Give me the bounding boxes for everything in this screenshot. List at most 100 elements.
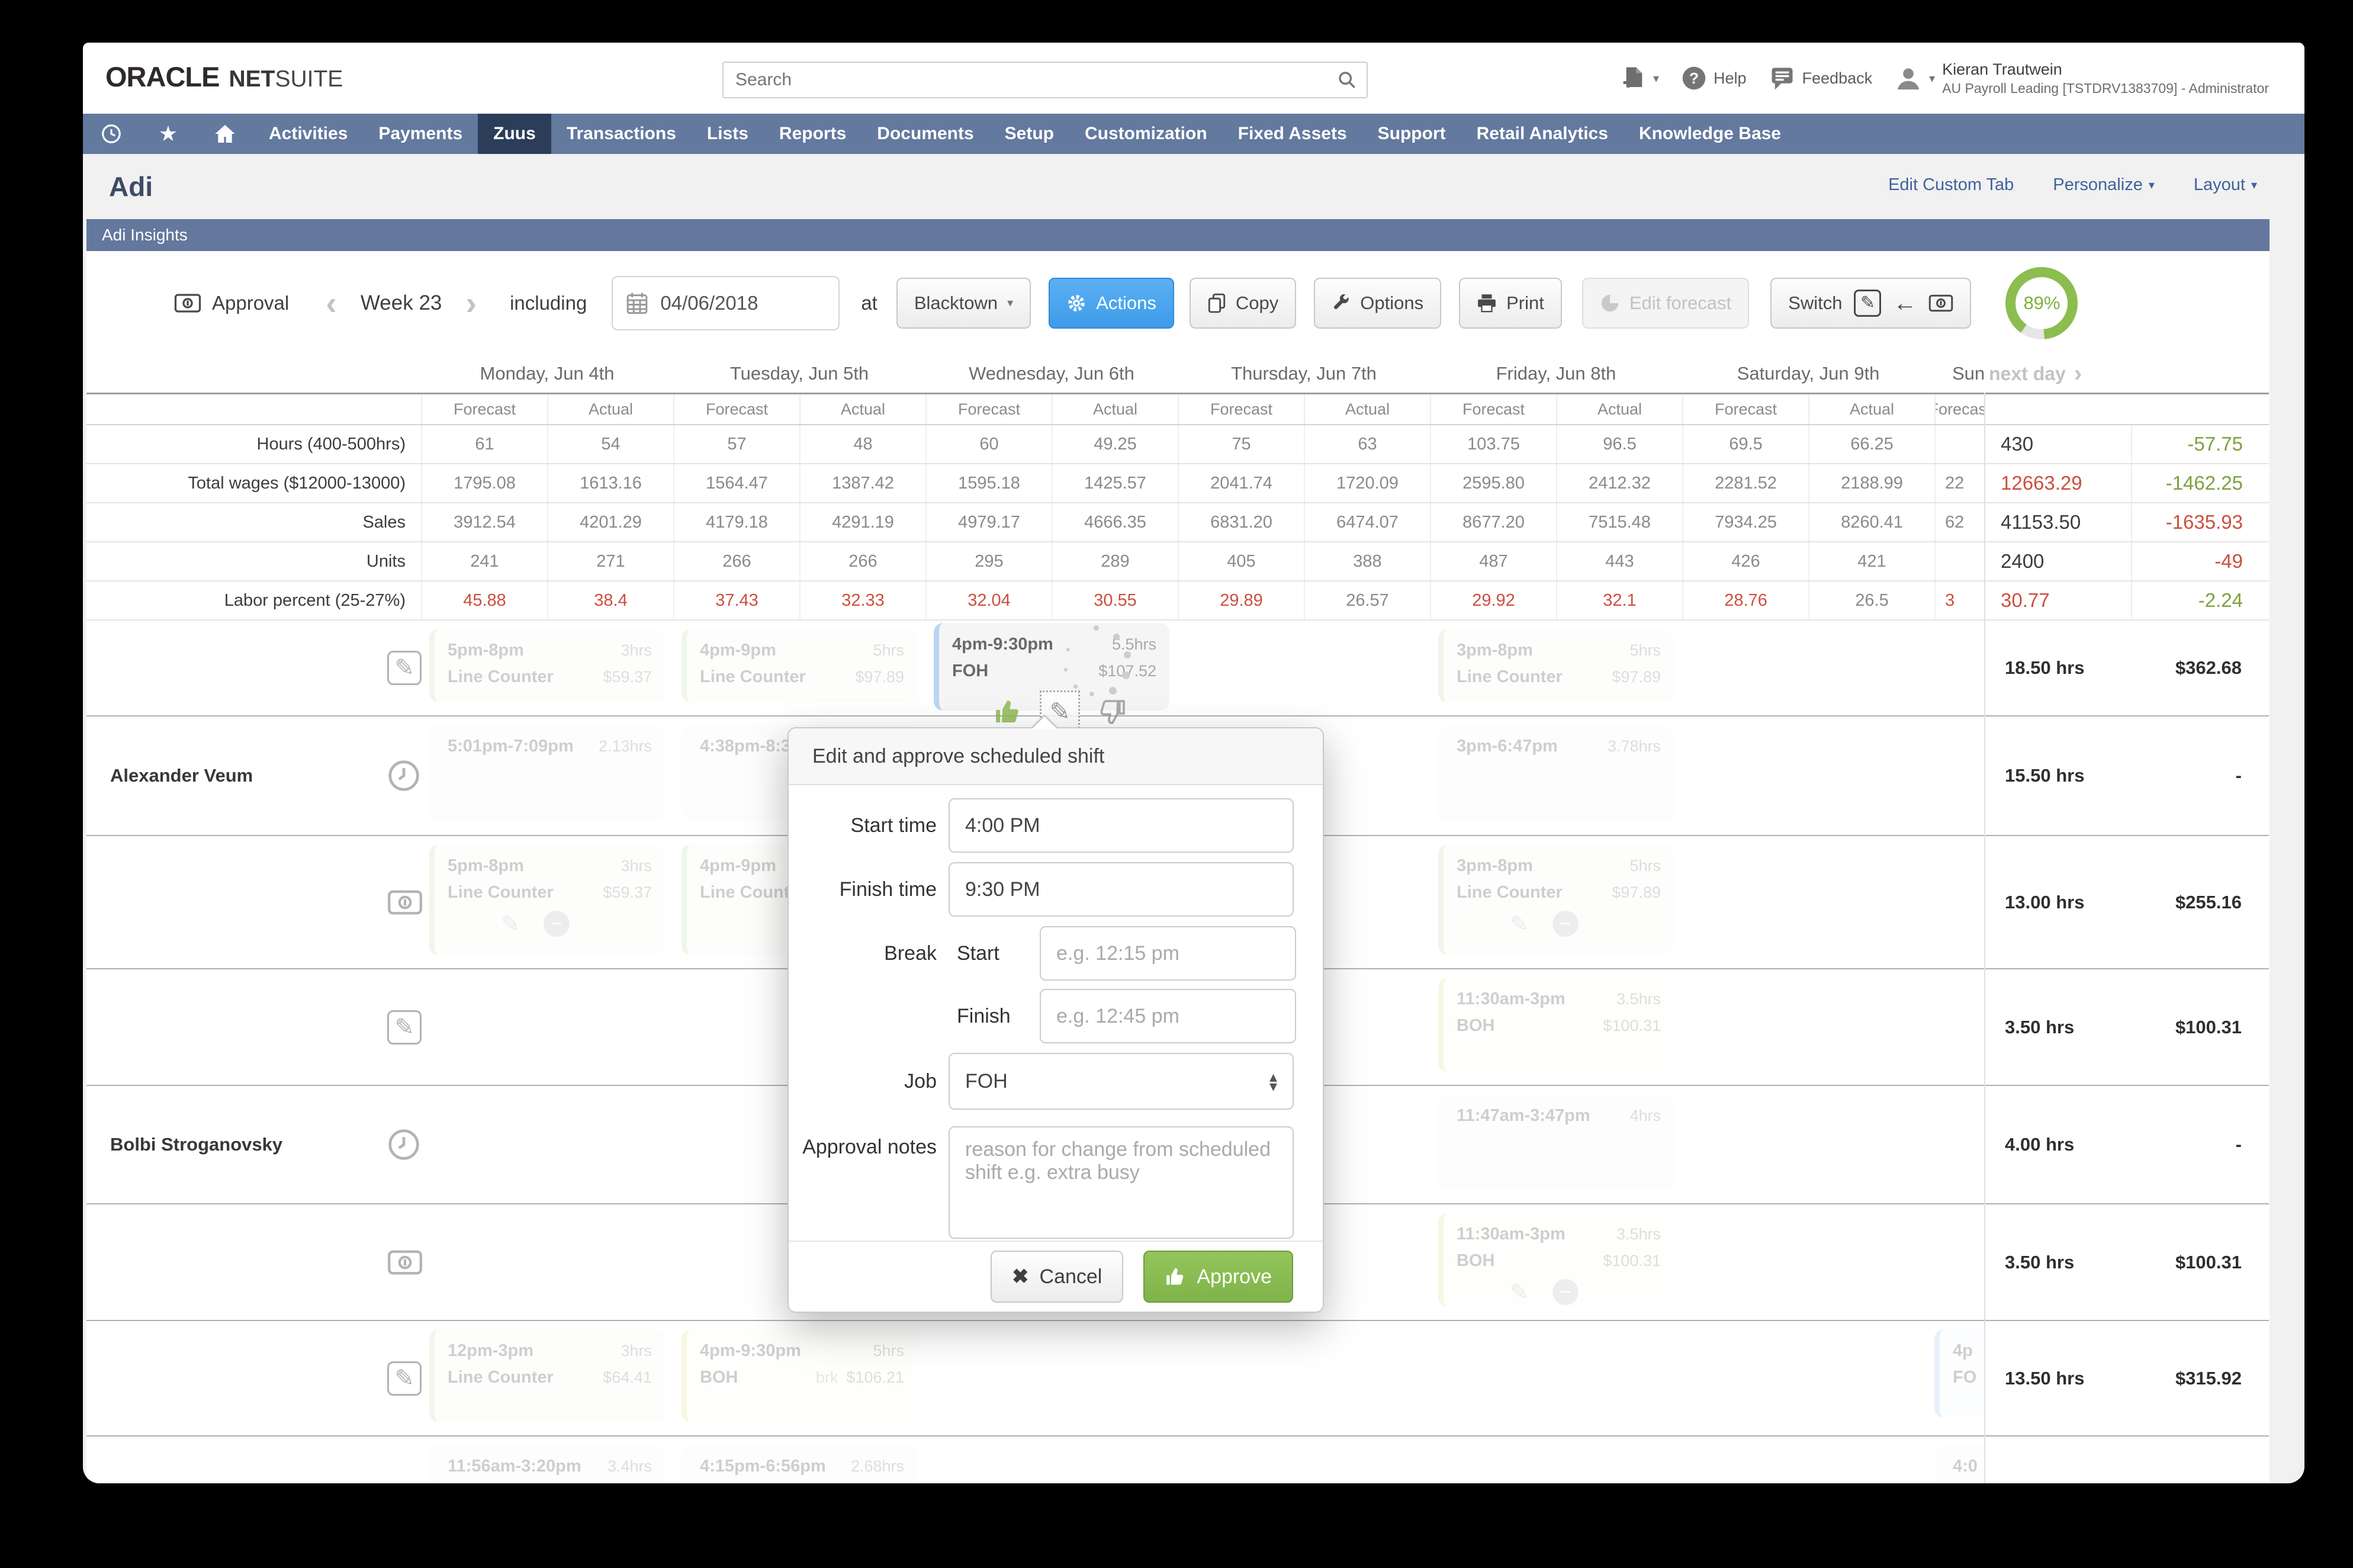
copy-button[interactable]: Copy <box>1190 278 1296 329</box>
start-time-input[interactable] <box>949 798 1294 853</box>
location-dropdown[interactable]: Blacktown▾ <box>896 278 1031 329</box>
shift-hours: 2.68hrs <box>843 1454 904 1479</box>
break-finish-label: Finish <box>937 1005 1035 1028</box>
remove-icon[interactable]: − <box>1552 911 1579 937</box>
next-day-link[interactable]: next day› <box>1984 362 2269 385</box>
stat-value: 266 <box>799 542 925 580</box>
shift-card[interactable]: 4:15pm-6:56pm2.68hrs <box>682 1445 917 1483</box>
stat-value: 4291.19 <box>799 503 925 541</box>
shift-card[interactable]: 11:30am-3pm3.5hrsBOH$100.31 <box>1438 978 1674 1072</box>
shift-card[interactable]: 5pm-8pm3hrsLine Counter$59.37 <box>429 629 665 702</box>
home-icon[interactable] <box>197 114 253 154</box>
shortcuts-star-icon[interactable]: ★ <box>140 114 197 154</box>
user-menu[interactable]: ▾ Kieran Trautwein AU Payroll Leading [T… <box>1895 60 2269 97</box>
search-input[interactable] <box>724 70 1337 90</box>
shift-card[interactable]: 12pm-3pm3hrsLine Counter$64.41 <box>429 1329 665 1422</box>
actions-button[interactable]: Actions <box>1049 278 1174 329</box>
page-link-label: Layout <box>2194 175 2245 195</box>
page-link-edit-custom-tab[interactable]: Edit Custom Tab <box>1888 175 2014 195</box>
job-select[interactable]: FOH ▴▾ <box>949 1053 1294 1110</box>
shift-card[interactable]: 11:56am-3:20pm3.4hrs <box>429 1445 665 1483</box>
page-links: Edit Custom Tab Personalize▾ Layout▾ <box>1888 175 2257 195</box>
edit-shift-icon[interactable]: ✎ <box>387 1361 422 1396</box>
nav-item-documents[interactable]: Documents <box>862 114 989 154</box>
global-search[interactable] <box>722 62 1368 98</box>
shift-card-line1: 3pm-8pm5hrs <box>1457 853 1661 879</box>
shift-card[interactable]: 11:47am-3:47pm4hrs <box>1438 1094 1674 1190</box>
shift-card[interactable]: 4pm-9:30pm5.5hrsFOH$107.52✎ <box>934 623 1169 711</box>
break-finish-input[interactable] <box>1040 989 1296 1043</box>
shift-card[interactable]: 4pm-9pm5hrsLine Counter$97.89 <box>682 629 917 702</box>
page-link-layout[interactable]: Layout▾ <box>2194 175 2257 195</box>
stat-value: 6474.07 <box>1304 503 1430 541</box>
search-icon[interactable] <box>1337 70 1357 90</box>
page-link-personalize[interactable]: Personalize▾ <box>2053 175 2155 195</box>
actual-header: Actual <box>547 394 673 424</box>
pencil-icon[interactable]: ✎ <box>1510 911 1529 937</box>
approve-button[interactable]: Approve <box>1143 1251 1293 1303</box>
caret-down-icon: ▾ <box>1929 71 1935 86</box>
edit-forecast-button[interactable]: Edit forecast <box>1582 278 1749 329</box>
create-new-button[interactable]: ▾ <box>1622 65 1659 91</box>
nav-item-support[interactable]: Support <box>1362 114 1461 154</box>
remove-icon[interactable]: − <box>1552 1279 1579 1305</box>
pencil-icon[interactable]: ✎ <box>1510 1279 1529 1306</box>
nav-item-knowledge-base[interactable]: Knowledge Base <box>1624 114 1796 154</box>
shift-card[interactable]: 5:01pm-7:09pm2.13hrs <box>429 725 665 822</box>
shift-card-line1: 11:30am-3pm3.5hrs <box>1457 1221 1661 1248</box>
user-name: Kieran Trautwein <box>1942 60 2269 80</box>
break-start-label: Start <box>937 942 1035 965</box>
cancel-button[interactable]: ✖ Cancel <box>991 1251 1123 1303</box>
date-input[interactable] <box>659 291 815 315</box>
break-start-input[interactable] <box>1040 926 1296 981</box>
nav-item-customization[interactable]: Customization <box>1069 114 1223 154</box>
nav-item-activities[interactable]: Activities <box>253 114 363 154</box>
payroll-icon <box>387 889 423 915</box>
caret-down-icon: ▾ <box>1007 295 1013 310</box>
nav-item-reports[interactable]: Reports <box>764 114 862 154</box>
nav-item-retail-analytics[interactable]: Retail Analytics <box>1461 114 1624 154</box>
nav-item-fixed-assets[interactable]: Fixed Assets <box>1223 114 1362 154</box>
print-button[interactable]: Print <box>1459 278 1562 329</box>
modal-arrow-fill <box>1032 716 1057 729</box>
shift-card[interactable]: 3pm-8pm5hrsLine Counter$97.89✎− <box>1438 844 1674 955</box>
shift-time: 5pm-8pm <box>448 637 524 664</box>
shift-card[interactable]: 4pm-9:30pm5hrsBOHbrk$106.21 <box>682 1329 917 1422</box>
shift-card[interactable]: 4pFO <box>1934 1329 1983 1418</box>
options-button[interactable]: Options <box>1314 278 1441 329</box>
shift-card[interactable]: 4:0 <box>1934 1445 1983 1483</box>
date-picker[interactable] <box>612 276 840 330</box>
stat-value: 1613.16 <box>547 464 673 502</box>
approval-label: Approval <box>212 292 289 314</box>
stat-value: 60 <box>925 425 1052 463</box>
nav-item-lists[interactable]: Lists <box>692 114 764 154</box>
shift-card[interactable]: 3pm-6:47pm3.78hrs <box>1438 725 1674 822</box>
remove-icon[interactable]: − <box>544 911 570 937</box>
nav-item-setup[interactable]: Setup <box>989 114 1069 154</box>
shift-card-line2: Line Counter$59.37 <box>448 879 652 906</box>
approval-notes-textarea[interactable] <box>949 1126 1294 1239</box>
nav-item-transactions[interactable]: Transactions <box>551 114 692 154</box>
stat-value: 26.5 <box>1808 581 1934 619</box>
page-link-label: Edit Custom Tab <box>1888 175 2014 195</box>
finish-time-label: Finish time <box>789 878 937 901</box>
edit-shift-icon[interactable]: ✎ <box>387 1010 422 1045</box>
help-button[interactable]: ? Help <box>1682 66 1747 91</box>
shift-card-line1: 4:15pm-6:56pm2.68hrs <box>700 1453 904 1480</box>
shift-card-line1: 5pm-8pm3hrs <box>448 853 652 879</box>
nav-item-zuus[interactable]: Zuus <box>478 114 551 154</box>
pencil-icon[interactable]: ✎ <box>501 911 520 937</box>
finish-time-input[interactable] <box>949 862 1294 917</box>
shift-card[interactable]: 11:30am-3pm3.5hrsBOH$100.31✎− <box>1438 1213 1674 1307</box>
avatar-icon <box>1895 65 1922 92</box>
edit-shift-icon[interactable]: ✎ <box>387 651 422 685</box>
stat-label: Hours (400-500hrs) <box>86 435 421 454</box>
shift-card[interactable]: 5pm-8pm3hrsLine Counter$59.37 ✎− <box>429 844 665 955</box>
prev-week-chevron[interactable]: ‹ <box>326 287 337 320</box>
feedback-button[interactable]: Feedback <box>1769 66 1873 91</box>
switch-button[interactable]: Switch ✎ ← <box>1770 278 1971 329</box>
nav-item-payments[interactable]: Payments <box>363 114 478 154</box>
shift-card[interactable]: 3pm-8pm5hrsLine Counter$97.89 <box>1438 629 1674 702</box>
recent-records-icon[interactable] <box>83 114 140 154</box>
next-week-chevron[interactable]: › <box>465 287 477 320</box>
